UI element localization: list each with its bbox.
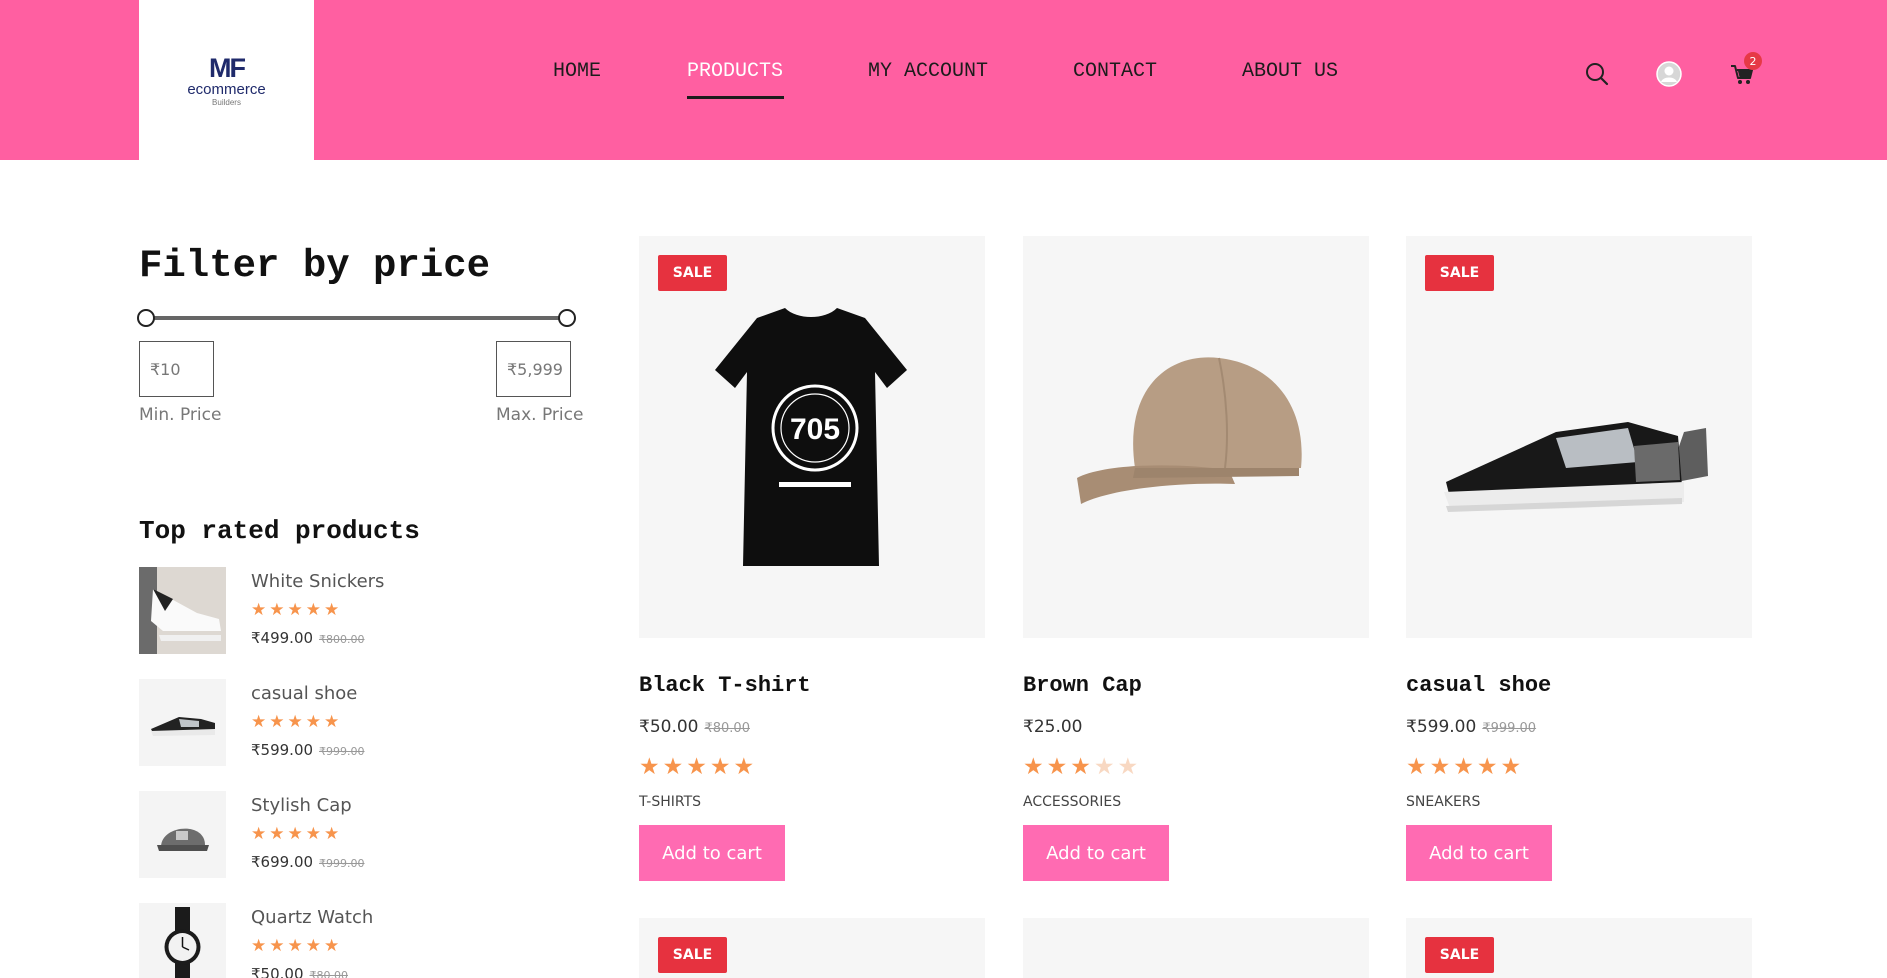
product-card[interactable]: SALE [1406,918,1752,978]
stars-empty: ★★ [1093,753,1142,779]
add-to-cart-button[interactable]: Add to cart [1023,825,1169,881]
nav-about-us[interactable]: ABOUT US [1242,60,1338,83]
stars-filled: ★★★★★ [1406,753,1525,779]
sale-badge: SALE [1425,255,1494,291]
product-name[interactable]: Brown Cap [1023,673,1142,698]
top-rated-item[interactable]: Stylish Cap ★★★★★ ₹699.00 ₹999.00 [139,791,579,881]
current-price: ₹50.00 [251,965,304,978]
price-slider-track[interactable] [146,316,567,320]
logo-tagline: Builders [212,97,241,107]
search-icon[interactable] [1584,61,1610,87]
product-price: ₹50.00 ₹80.00 [251,965,348,978]
current-price: ₹599.00 [251,741,314,759]
current-price: ₹599.00 [1406,717,1477,737]
product-thumbnail[interactable] [139,903,226,978]
add-to-cart-button[interactable]: Add to cart [1406,825,1552,881]
current-price: ₹499.00 [251,629,314,647]
old-price: ₹999.00 [319,745,365,758]
product-name[interactable]: Black T-shirt [639,673,811,698]
old-price: ₹999.00 [319,857,365,870]
old-price: ₹999.00 [1482,721,1537,736]
product-category[interactable]: T-SHIRTS [639,794,701,810]
cart-count-badge: 2 [1744,52,1762,70]
rating-stars: ★★★★★ [251,824,343,843]
filter-title: Filter by price [139,244,491,288]
rating-stars: ★★★★★ [251,712,343,731]
min-price-input[interactable]: ₹10 [139,341,214,397]
sale-badge: SALE [1425,937,1494,973]
svg-text:705: 705 [790,413,840,446]
top-rated-title: Top rated products [139,516,420,546]
top-rated-item[interactable]: White Snickers ★★★★★ ₹499.00 ₹800.00 [139,567,579,657]
product-price: ₹50.00 ₹80.00 [639,717,750,737]
user-avatar-icon[interactable] [1656,61,1682,87]
nav-active-underline [687,96,784,99]
stars-filled: ★★★ [1023,753,1094,779]
top-rated-item[interactable]: Quartz Watch ★★★★★ ₹50.00 ₹80.00 [139,903,579,978]
product-image[interactable]: 705 [639,236,985,638]
product-name[interactable]: casual shoe [1406,673,1551,698]
product-price: ₹499.00 ₹800.00 [251,629,365,647]
nav-my-account[interactable]: MY ACCOUNT [868,60,988,83]
nav-contact[interactable]: CONTACT [1073,60,1157,83]
sale-badge: SALE [658,937,727,973]
site-header: MF ecommerce Builders HOME PRODUCTS MY A… [0,0,1887,160]
product-card[interactable]: SALE [639,918,985,978]
product-category[interactable]: SNEAKERS [1406,794,1480,810]
min-price-label: Min. Price [139,405,222,425]
product-thumbnail[interactable] [139,679,226,766]
logo-mark: MF [209,52,246,83]
price-slider-max-handle[interactable] [558,309,576,327]
max-price-input[interactable]: ₹5,999 [496,341,571,397]
rating-stars: ★★★★★ [251,936,343,955]
product-price: ₹599.00 ₹999.00 [1406,717,1536,737]
product-category[interactable]: ACCESSORIES [1023,794,1121,810]
current-price: ₹50.00 [639,717,699,737]
sale-badge: SALE [658,255,727,291]
price-slider-min-handle[interactable] [137,309,155,327]
logo-name: ecommerce [187,80,266,98]
product-card[interactable] [1023,918,1369,978]
product-thumbnail[interactable] [139,791,226,878]
rating-stars: ★★★★★ [251,600,343,619]
product-name[interactable]: White Snickers [251,571,384,592]
rating-stars: ★★★★★ [1406,753,1524,780]
product-image[interactable] [1023,236,1369,638]
rating-stars: ★★★★★ [1023,753,1141,780]
product-name[interactable]: Quartz Watch [251,907,373,928]
product-price: ₹599.00 ₹999.00 [251,741,365,759]
product-name[interactable]: casual shoe [251,683,357,704]
rating-stars: ★★★★★ [639,753,757,780]
stars-filled: ★★★★★ [639,753,758,779]
nav-products[interactable]: PRODUCTS [687,60,783,83]
nav-home[interactable]: HOME [553,60,601,83]
site-logo[interactable]: MF ecommerce Builders [139,0,314,160]
old-price: ₹80.00 [704,721,750,736]
product-price: ₹25.00 [1023,717,1082,737]
max-price-label: Max. Price [496,405,584,425]
current-price: ₹25.00 [1023,717,1083,737]
product-name[interactable]: Stylish Cap [251,795,352,816]
product-image[interactable] [1406,236,1752,638]
top-rated-item[interactable]: casual shoe ★★★★★ ₹599.00 ₹999.00 [139,679,579,769]
product-thumbnail[interactable] [139,567,226,654]
old-price: ₹80.00 [309,969,349,978]
add-to-cart-button[interactable]: Add to cart [639,825,785,881]
current-price: ₹699.00 [251,853,314,871]
product-price: ₹699.00 ₹999.00 [251,853,365,871]
old-price: ₹800.00 [319,633,365,646]
